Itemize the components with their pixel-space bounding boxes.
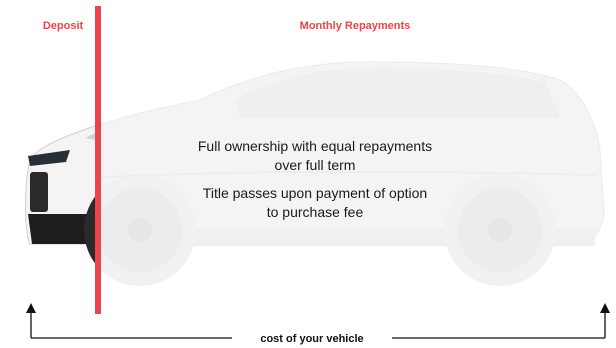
cost-bracket xyxy=(26,303,610,339)
arrow-up-icon xyxy=(26,303,36,313)
arrow-up-icon xyxy=(600,303,610,313)
cost-of-vehicle-label: cost of your vehicle xyxy=(232,332,392,346)
repayment-diagram: Deposit Monthly Repayments Full ownershi… xyxy=(0,0,616,348)
